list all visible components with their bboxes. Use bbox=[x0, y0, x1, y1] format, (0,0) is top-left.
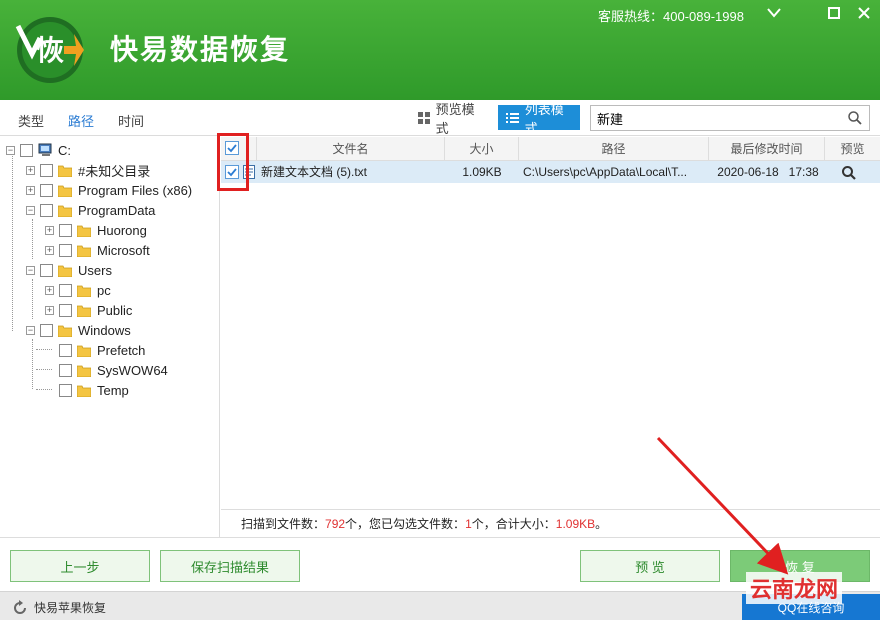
annotation-arrow bbox=[656, 436, 789, 575]
